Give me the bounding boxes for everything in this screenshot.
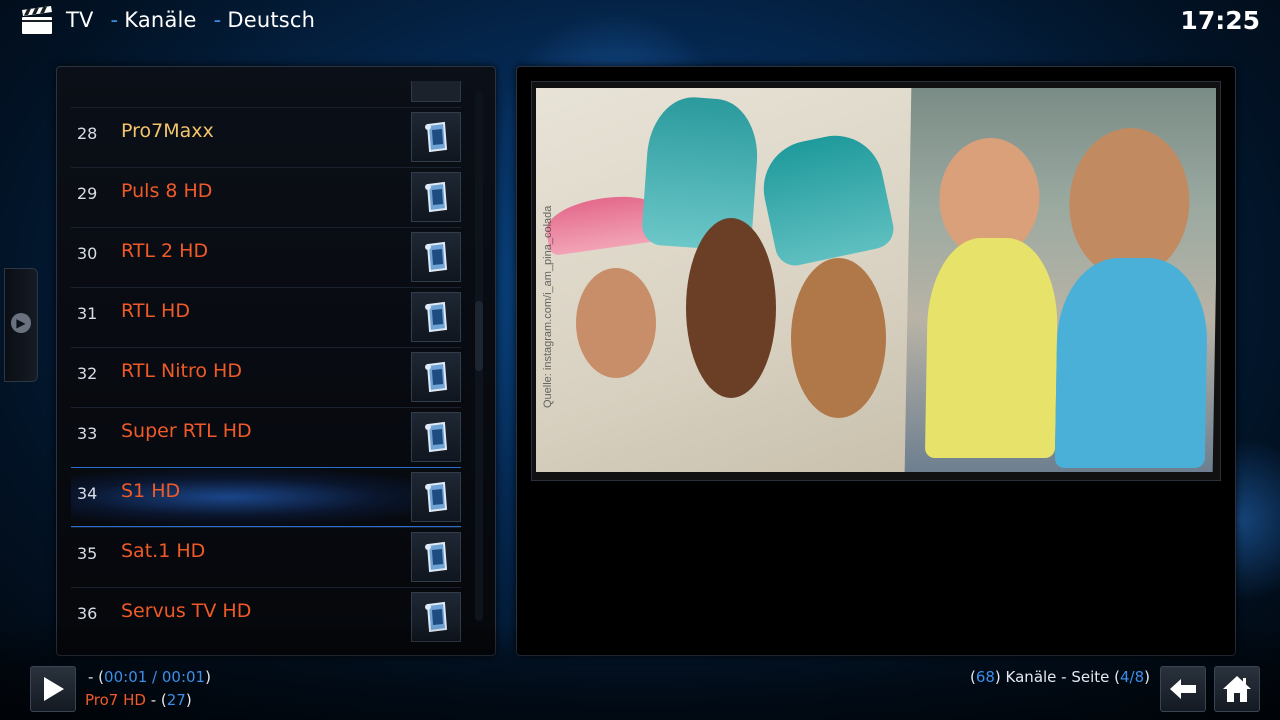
breadcrumb-item-tv[interactable]: TV: [66, 8, 94, 32]
breadcrumb-separator: -: [213, 8, 222, 32]
pager-label: ) Kanäle - Seite (: [994, 668, 1120, 686]
time-suffix: ): [205, 668, 211, 686]
pager-info: (68) Kanäle - Seite (4/8): [970, 668, 1150, 686]
chevron-right-icon: ▶: [11, 313, 31, 333]
tv-channel-icon: [411, 472, 461, 522]
tv-channel-icon: [411, 81, 461, 102]
channel-row[interactable]: 35 Sat.1 HD: [71, 527, 461, 586]
channel-number: 34: [77, 484, 98, 503]
channel-number: 29: [77, 184, 98, 203]
channel-number: 32: [77, 364, 98, 383]
scrollbar-thumb[interactable]: [475, 301, 483, 371]
breadcrumb-item-language[interactable]: Deutsch: [227, 8, 315, 32]
side-menu-tab[interactable]: ▶: [4, 268, 38, 382]
channel-number: 35: [77, 544, 98, 563]
page-number: 4/8: [1120, 668, 1145, 686]
now-playing-channel-number: 27: [166, 691, 186, 709]
mermaid-tail: [754, 126, 898, 270]
time-total: 00:01: [161, 668, 206, 686]
now-playing-channel-name: Pro7 HD: [85, 691, 146, 709]
video-preview[interactable]: Quelle: instagram.com/i_am_pina_colada: [536, 88, 1216, 472]
tv-channel-icon: [411, 232, 461, 282]
tv-channel-icon: [411, 112, 461, 162]
time-prefix: - (: [88, 668, 105, 686]
channel-number: 33: [77, 424, 98, 443]
channel-row[interactable]: 33 Super RTL HD: [71, 407, 461, 466]
time-separator: /: [147, 668, 162, 686]
channel-name: S1 HD: [121, 480, 181, 502]
channel-name: Servus TV HD: [121, 600, 252, 622]
channel-row[interactable]: 32 RTL Nitro HD: [71, 347, 461, 406]
play-button[interactable]: [30, 666, 76, 712]
channel-name: Puls 8 HD: [121, 180, 213, 202]
channel-name: RTL 2 HD: [121, 240, 209, 262]
person-figure: [924, 238, 1059, 458]
home-icon: [1223, 676, 1251, 702]
channel-count: 68: [975, 668, 995, 686]
person-figure: [1068, 128, 1191, 278]
tv-channel-icon: [411, 352, 461, 402]
person-figure: [576, 268, 656, 378]
channel-row[interactable]: 30 RTL 2 HD: [71, 227, 461, 286]
person-figure: [791, 258, 886, 418]
channel-separator: - (: [145, 691, 167, 709]
channel-row[interactable]: 31 RTL HD: [71, 287, 461, 346]
preview-panel: Quelle: instagram.com/i_am_pina_colada: [516, 66, 1236, 656]
tv-channel-icon: [411, 292, 461, 342]
channel-number: 30: [77, 244, 98, 263]
video-watermark: Quelle: instagram.com/i_am_pina_colada: [542, 205, 554, 408]
person-figure: [686, 218, 776, 398]
video-preview-frame: Quelle: instagram.com/i_am_pina_colada: [531, 81, 1221, 481]
channel-name: RTL HD: [121, 300, 190, 322]
breadcrumb-item-channels[interactable]: Kanäle: [124, 8, 196, 32]
channel-suffix: ): [185, 691, 192, 709]
back-button[interactable]: [1160, 666, 1206, 712]
breadcrumb-separator: -: [110, 8, 119, 32]
video-scene-right: [904, 88, 1216, 472]
channel-row[interactable]: 28 Pro7Maxx: [71, 107, 461, 166]
pager-close: ): [1144, 668, 1150, 686]
channel-name: Super RTL HD: [121, 420, 252, 442]
tv-channel-icon: [411, 172, 461, 222]
home-button[interactable]: [1214, 666, 1260, 712]
channel-name: Sat.1 HD: [121, 540, 206, 562]
now-playing-channel: Pro7 HD - (27): [85, 691, 192, 709]
time-elapsed: 00:01: [104, 668, 148, 686]
channel-list[interactable]: 28 Pro7Maxx 29 Puls 8 HD 30 RTL 2 HD 31 …: [56, 66, 496, 656]
play-icon: [44, 677, 64, 701]
header: TV - Kanäle - Deutsch 17:25: [0, 0, 1280, 44]
person-figure: [1054, 258, 1209, 468]
channel-number: 31: [77, 304, 98, 323]
arrow-left-icon: [1170, 679, 1196, 699]
clock: 17:25: [1180, 6, 1260, 35]
channel-number: 28: [77, 124, 98, 143]
channel-number: 36: [77, 604, 98, 623]
tv-channel-icon: [411, 532, 461, 582]
video-scene-left: Quelle: instagram.com/i_am_pina_colada: [536, 88, 916, 472]
channel-row-selected[interactable]: 34 S1 HD: [71, 467, 461, 527]
now-playing-time: - (00:01 / 00:01): [88, 668, 211, 686]
channel-name: Pro7Maxx: [121, 120, 214, 142]
tv-channel-icon: [411, 412, 461, 462]
channel-name: RTL Nitro HD: [121, 360, 242, 382]
clapperboard-icon: [20, 6, 54, 36]
channel-row[interactable]: 29 Puls 8 HD: [71, 167, 461, 226]
scrollbar[interactable]: [475, 91, 483, 621]
breadcrumb: TV - Kanäle - Deutsch: [66, 8, 315, 32]
